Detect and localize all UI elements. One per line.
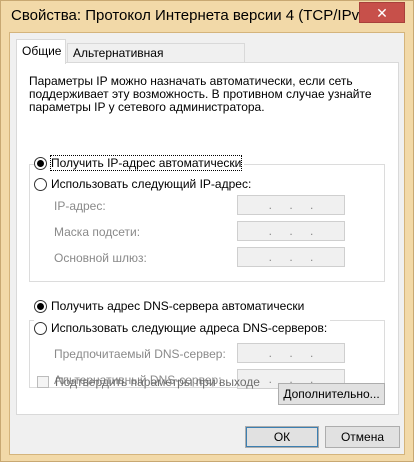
ip-dot: . xyxy=(309,250,314,264)
ip-dot: . xyxy=(268,372,272,386)
ip-address-input: . . . xyxy=(237,195,345,215)
radio-selected-icon xyxy=(34,156,47,170)
ip-dot: . xyxy=(289,198,293,212)
tab-alternate-configuration[interactable]: Альтернативная конфигурация xyxy=(67,43,245,78)
general-tab-panel: Параметры IP можно назначать автоматичес… xyxy=(16,62,399,415)
default-gateway-label: Основной шлюз: xyxy=(54,251,147,265)
window-title: Свойства: Протокол Интернета версии 4 (T… xyxy=(11,7,373,24)
close-button[interactable]: ✕ xyxy=(359,2,405,23)
advanced-button[interactable]: Дополнительно... xyxy=(278,383,385,405)
dns-auto-radio-label: Получить адрес DNS-сервера автоматически xyxy=(51,299,305,313)
title-bar[interactable]: Свойства: Протокол Интернета версии 4 (T… xyxy=(1,1,413,33)
description-text: Параметры IP можно назначать автоматичес… xyxy=(29,74,372,114)
ip-dot: . xyxy=(289,224,293,238)
preferred-dns-label: Предпочитаемый DNS-сервер: xyxy=(54,347,226,361)
ip-dot: . xyxy=(268,198,272,212)
close-icon: ✕ xyxy=(376,5,388,21)
preferred-dns-input: . . . xyxy=(237,343,345,363)
ip-manual-radio[interactable]: Использовать следующий IP-адрес: xyxy=(34,176,255,192)
ip-dot: . xyxy=(309,346,314,360)
ip-dot: . xyxy=(268,224,272,238)
cancel-button[interactable]: Отмена xyxy=(325,426,400,448)
ip-dot: . xyxy=(268,346,272,360)
validate-on-exit-label: Подтвердить параметры при выходе xyxy=(55,375,260,389)
ok-button[interactable]: ОК xyxy=(245,426,319,448)
ip-dot: . xyxy=(309,198,314,212)
tab-general[interactable]: Общие xyxy=(16,39,66,64)
checkbox-icon xyxy=(37,376,49,388)
subnet-mask-label: Маска подсети: xyxy=(54,225,141,239)
subnet-mask-input: . . . xyxy=(237,221,345,241)
ip-auto-radio[interactable]: Получить IP-адрес автоматически xyxy=(34,155,245,171)
radio-selected-icon xyxy=(34,299,47,313)
ok-button-focus-border xyxy=(246,427,318,447)
ip-manual-radio-label: Использовать следующий IP-адрес: xyxy=(51,177,252,191)
radio-unselected-icon xyxy=(34,321,47,335)
dns-auto-radio[interactable]: Получить адрес DNS-сервера автоматически xyxy=(34,298,308,314)
default-gateway-input: . . . xyxy=(237,247,345,267)
ip-dot: . xyxy=(289,250,293,264)
dns-manual-radio[interactable]: Использовать следующие адреса DNS-сервер… xyxy=(34,320,331,336)
ip-dot: . xyxy=(309,224,314,238)
ip-address-label: IP-адрес: xyxy=(54,199,106,213)
ip-auto-radio-label: Получить IP-адрес автоматически xyxy=(49,155,243,171)
dns-manual-radio-label: Использовать следующие адреса DNS-сервер… xyxy=(51,321,328,335)
radio-unselected-icon xyxy=(34,177,47,191)
ip-dot: . xyxy=(268,250,272,264)
properties-window: Свойства: Протокол Интернета версии 4 (T… xyxy=(0,0,414,462)
ip-dot: . xyxy=(289,346,293,360)
validate-on-exit-checkbox[interactable]: Подтвердить параметры при выходе xyxy=(37,375,260,389)
